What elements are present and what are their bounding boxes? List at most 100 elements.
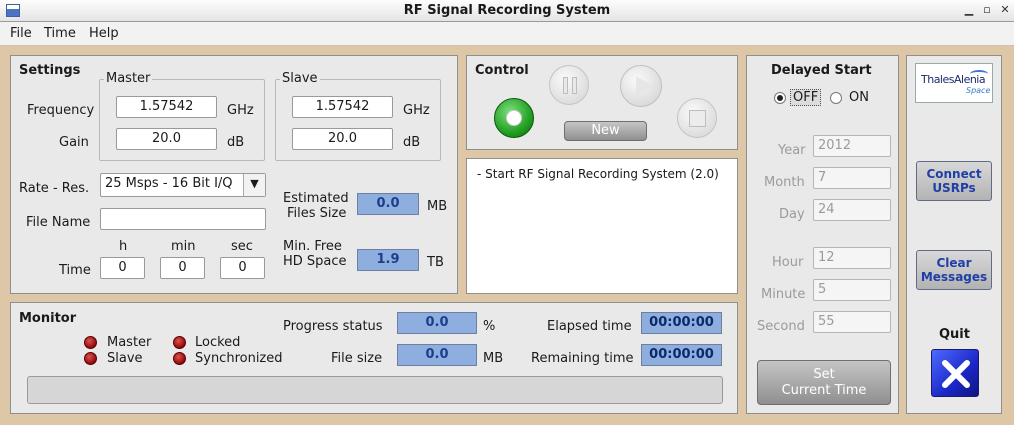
new-button[interactable]: New [564,121,647,141]
synchronized-status-label: Synchronized [195,351,283,366]
window-title: RF Signal Recording System [403,3,611,18]
synchronized-led-icon [173,352,186,365]
frequency-label: Frequency [27,103,95,118]
locked-led-icon [173,336,186,349]
min-free-unit: TB [427,255,444,270]
rate-label: Rate - Res. [19,181,90,196]
settings-title: Settings [19,63,81,78]
min-free-value: 1.9 [357,249,419,271]
set-current-time-label-2: Current Time [781,383,867,398]
master-gain-input[interactable]: 20.0 [116,128,217,150]
progress-status-label: Progress status [283,319,383,334]
clear-messages-button[interactable]: Clear Messages [916,250,992,290]
delayed-off-radio[interactable] [774,92,786,104]
estimated-size-label-1: Estimated [283,191,349,206]
quit-button[interactable] [931,349,979,397]
maximize-icon[interactable]: ▫ [980,3,994,17]
connect-usrps-label-2: USRPs [932,181,976,195]
play-button[interactable] [620,65,662,107]
progress-bar [27,376,723,404]
rate-select[interactable]: 25 Msps - 16 Bit I/Q ▼ [100,173,266,197]
delayed-start-title: Delayed Start [771,63,872,78]
pause-button[interactable] [549,65,589,105]
progress-unit: % [483,319,496,334]
locked-status-label: Locked [195,335,241,350]
hour-label: Hour [772,255,804,270]
message-line: - Start RF Signal Recording System (2.0) [477,167,719,181]
clear-messages-label-2: Messages [920,270,988,284]
monitor-panel: Monitor Master Slave Locked Synchronized… [10,302,738,414]
month-input[interactable]: 7 [813,167,891,189]
hours-input[interactable]: 0 [100,257,145,279]
messages-panel[interactable]: - Start RF Signal Recording System (2.0) [466,158,738,294]
close-icon[interactable]: ✕ [998,3,1012,17]
play-icon [636,76,652,96]
menu-time[interactable]: Time [44,26,76,41]
master-legend: Master [104,71,153,86]
slave-ghz-unit: GHz [403,103,430,118]
stop-icon [689,110,706,127]
title-bar: RF Signal Recording System ▁ ▫ ✕ [0,0,1014,22]
file-size-label: File size [331,351,383,366]
quit-label: Quit [939,327,970,342]
slave-legend: Slave [280,71,320,86]
logo-text-2: Space [966,86,991,95]
control-panel: Control New [466,55,738,150]
year-input[interactable]: 2012 [813,135,891,157]
connect-usrps-button[interactable]: Connect USRPs [916,161,992,201]
set-current-time-button[interactable]: Set Current Time [757,360,891,405]
day-input[interactable]: 24 [813,199,891,221]
quit-x-icon [942,360,970,388]
delayed-start-panel: Delayed Start OFF ON Year 2012 Month 7 D… [746,55,899,414]
min-free-label-2: HD Space [283,254,347,269]
delayed-on-label[interactable]: ON [849,90,869,105]
minute-label: Minute [761,287,806,302]
gain-label: Gain [59,135,89,150]
file-size-value: 0.0 [397,344,477,366]
remaining-time-label: Remaining time [531,351,634,366]
hours-label: h [119,239,128,254]
master-led-icon [84,336,97,349]
minutes-input[interactable]: 0 [160,257,205,279]
master-status-label: Master [107,335,152,350]
set-current-time-label-1: Set [813,367,835,382]
master-ghz-unit: GHz [227,103,254,118]
delayed-on-radio[interactable] [830,92,842,104]
seconds-input[interactable]: 0 [220,257,265,279]
elapsed-time-value: 00:00:00 [641,312,722,334]
record-button[interactable] [494,98,534,138]
minutes-label: min [171,239,196,254]
pause-icon [563,77,568,94]
thales-alenia-logo: ThalesAlenia Space [915,63,993,103]
slave-status-label: Slave [107,351,143,366]
min-free-label-1: Min. Free [283,239,342,254]
progress-status-value: 0.0 [397,312,477,334]
month-label: Month [764,175,805,190]
stop-button[interactable] [677,98,717,138]
minimize-icon[interactable]: ▁ [962,3,976,17]
chevron-down-icon[interactable]: ▼ [243,174,265,196]
estimated-size-value: 0.0 [357,193,419,215]
connect-usrps-label-1: Connect [926,167,982,181]
slave-led-icon [84,352,97,365]
delayed-off-label[interactable]: OFF [790,89,822,106]
estimated-size-label-2: Files Size [287,206,347,221]
estimated-size-unit: MB [427,199,448,214]
seconds-label: sec [231,239,253,254]
slave-gain-input[interactable]: 20.0 [292,128,393,150]
slave-frequency-input[interactable]: 1.57542 [292,96,393,118]
year-label: Year [778,143,806,158]
settings-panel: Settings Master Slave Frequency Gain 1.5… [10,55,458,294]
clear-messages-label-1: Clear [936,256,972,270]
right-sidebar: ThalesAlenia Space Connect USRPs Clear M… [906,55,1002,414]
file-size-unit: MB [483,351,504,366]
menu-help[interactable]: Help [89,26,119,41]
master-frequency-input[interactable]: 1.57542 [116,96,217,118]
second-input[interactable]: 55 [813,311,891,333]
hour-input[interactable]: 12 [813,247,891,269]
file-name-input[interactable] [100,208,266,230]
day-label: Day [779,207,805,222]
minute-input[interactable]: 5 [813,279,891,301]
control-title: Control [475,63,529,78]
menu-file[interactable]: File [10,26,32,41]
